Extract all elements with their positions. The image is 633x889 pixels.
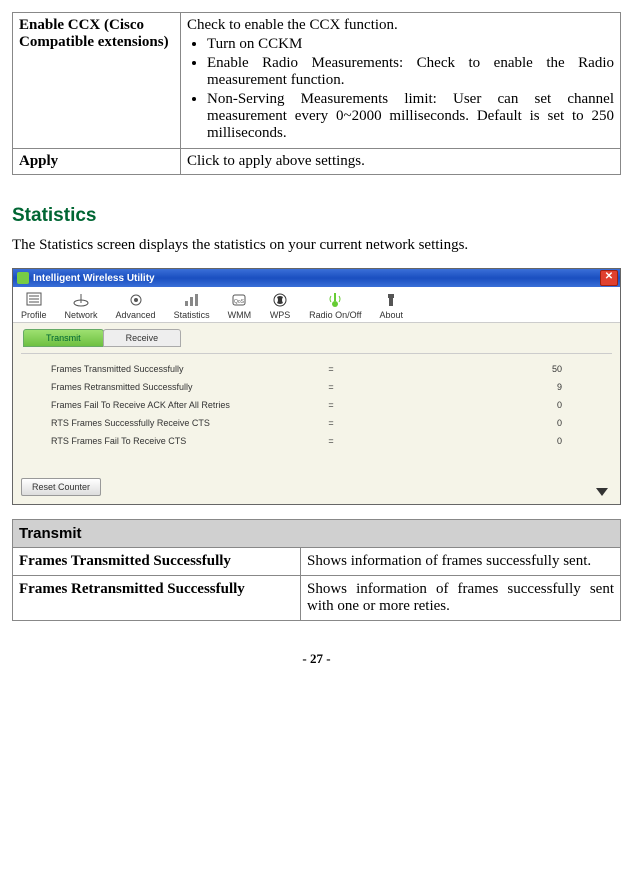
close-button[interactable]: ✕: [600, 270, 618, 286]
equals-sign: =: [311, 382, 351, 392]
advanced-label: Advanced: [116, 310, 156, 320]
statistics-heading: Statistics: [12, 205, 621, 227]
stat-value: 0: [351, 418, 592, 428]
statistics-screenshot: Intelligent Wireless Utility ✕ Profile N…: [12, 268, 621, 505]
equals-sign: =: [311, 436, 351, 446]
stat-row: Frames Retransmitted Successfully = 9: [51, 378, 592, 396]
toolbar-radio[interactable]: Radio On/Off: [309, 291, 361, 320]
app-icon: [17, 272, 29, 284]
page-number: - 27 -: [12, 651, 621, 667]
toolbar-advanced[interactable]: Advanced: [116, 291, 156, 320]
stat-label: Frames Fail To Receive ACK After All Ret…: [51, 400, 311, 410]
stat-value: 0: [351, 436, 592, 446]
wmm-label: WMM: [228, 310, 252, 320]
stat-value: 9: [351, 382, 592, 392]
frames-transmitted-label: Frames Transmitted Successfully: [13, 548, 301, 576]
subtab-bar: Transmit Receive: [13, 323, 620, 353]
about-label: About: [379, 310, 403, 320]
network-icon: [70, 291, 92, 309]
toolbar-statistics[interactable]: Statistics: [174, 291, 210, 320]
stat-label: Frames Retransmitted Successfully: [51, 382, 311, 392]
stat-row: Frames Transmitted Successfully = 50: [51, 360, 592, 378]
enable-ccx-label: Enable CCX (Cisco Compatible extensions): [13, 13, 181, 149]
enable-ccx-description: Check to enable the CCX function. Turn o…: [181, 13, 621, 149]
stat-label: Frames Transmitted Successfully: [51, 364, 311, 374]
profile-label: Profile: [21, 310, 47, 320]
svg-text:QoS: QoS: [234, 299, 245, 305]
toolbar-network[interactable]: Network: [65, 291, 98, 320]
stat-value: 50: [351, 364, 592, 374]
scroll-down-icon[interactable]: [596, 488, 608, 496]
reset-counter-button[interactable]: Reset Counter: [21, 478, 101, 496]
frames-retransmitted-label: Frames Retransmitted Successfully: [13, 576, 301, 621]
advanced-icon: [125, 291, 147, 309]
ccx-bullet-radio-measurements: Enable Radio Measurements: Check to enab…: [207, 55, 614, 89]
tab-transmit[interactable]: Transmit: [23, 329, 104, 347]
ccx-bullet-cckm: Turn on CCKM: [207, 36, 614, 53]
statistics-label: Statistics: [174, 310, 210, 320]
apply-label: Apply: [13, 149, 181, 175]
frames-retransmitted-desc: Shows information of frames successfully…: [301, 576, 621, 621]
stat-row: RTS Frames Successfully Receive CTS = 0: [51, 414, 592, 432]
equals-sign: =: [311, 400, 351, 410]
transmit-table-header: Transmit: [13, 520, 621, 548]
toolbar-wmm[interactable]: QoS WMM: [228, 291, 252, 320]
window-titlebar: Intelligent Wireless Utility ✕: [13, 269, 620, 287]
frames-transmitted-desc: Shows information of frames successfully…: [301, 548, 621, 576]
radio-label: Radio On/Off: [309, 310, 361, 320]
ccx-intro-text: Check to enable the CCX function.: [187, 17, 398, 33]
screenshot-bottom-bar: Reset Counter: [13, 460, 620, 504]
window-title: Intelligent Wireless Utility: [33, 273, 155, 284]
statistics-list: Frames Transmitted Successfully = 50 Fra…: [21, 353, 612, 460]
wps-label: WPS: [270, 310, 291, 320]
stat-label: RTS Frames Fail To Receive CTS: [51, 436, 311, 446]
apply-description: Click to apply above settings.: [181, 149, 621, 175]
stat-value: 0: [351, 400, 592, 410]
stat-label: RTS Frames Successfully Receive CTS: [51, 418, 311, 428]
wps-icon: [269, 291, 291, 309]
toolbar-profile[interactable]: Profile: [21, 291, 47, 320]
wmm-icon: QoS: [228, 291, 250, 309]
statistics-intro: The Statistics screen displays the stati…: [12, 237, 621, 254]
stat-row: RTS Frames Fail To Receive CTS = 0: [51, 432, 592, 450]
about-icon: [380, 291, 402, 309]
tab-receive[interactable]: Receive: [103, 329, 182, 347]
toolbar-wps[interactable]: WPS: [269, 291, 291, 320]
toolbar-about[interactable]: About: [379, 291, 403, 320]
radio-icon: [324, 291, 346, 309]
ccx-bullet-non-serving: Non-Serving Measurements limit: User can…: [207, 91, 614, 142]
transmit-description-table: Transmit Frames Transmitted Successfully…: [12, 519, 621, 621]
equals-sign: =: [311, 364, 351, 374]
statistics-icon: [181, 291, 203, 309]
network-label: Network: [65, 310, 98, 320]
profile-icon: [23, 291, 45, 309]
equals-sign: =: [311, 418, 351, 428]
stat-row: Frames Fail To Receive ACK After All Ret…: [51, 396, 592, 414]
ccx-settings-table: Enable CCX (Cisco Compatible extensions)…: [12, 12, 621, 175]
main-toolbar: Profile Network Advanced Statistics QoS …: [13, 287, 620, 323]
